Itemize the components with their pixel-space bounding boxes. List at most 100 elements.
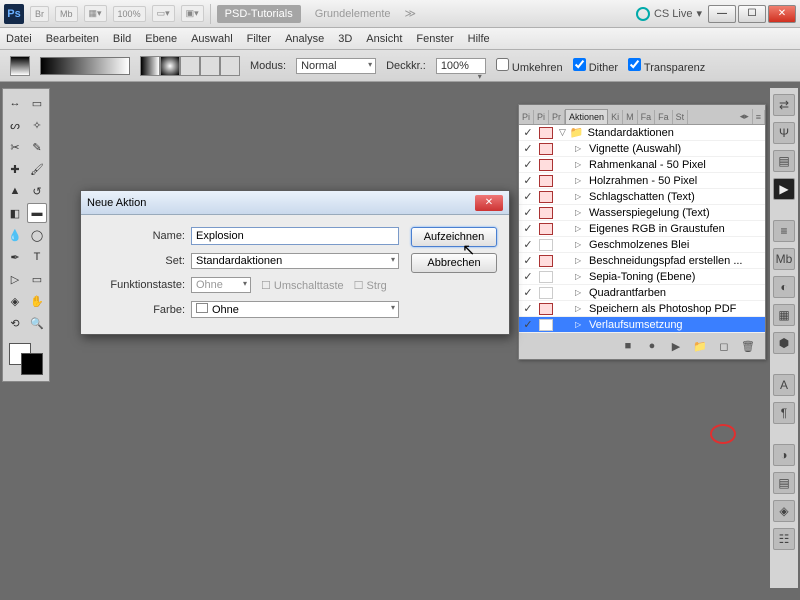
- menu-item[interactable]: 3D: [338, 33, 352, 45]
- gradient-preview[interactable]: [40, 57, 130, 75]
- action-row[interactable]: ✓▷Sepia-Toning (Ebene): [519, 269, 765, 285]
- record-button[interactable]: Aufzeichnen: [411, 227, 497, 247]
- hand-tool-icon[interactable]: ✋: [27, 291, 47, 311]
- background-swatch[interactable]: [21, 353, 43, 375]
- workspace-tab[interactable]: PSD-Tutorials: [217, 5, 301, 23]
- play-icon[interactable]: ▶: [669, 339, 683, 353]
- cancel-button[interactable]: Abbrechen: [411, 253, 497, 273]
- zoom-level[interactable]: 100%: [113, 6, 146, 22]
- dock-icon[interactable]: ◈: [773, 500, 795, 522]
- blur-tool-icon[interactable]: 💧: [5, 225, 25, 245]
- menu-item[interactable]: Bearbeiten: [46, 33, 99, 45]
- radial-gradient-icon[interactable]: [160, 56, 180, 76]
- action-row[interactable]: ✓▷Speichern als Photoshop PDF: [519, 301, 765, 317]
- fkey-dropdown[interactable]: Ohne: [191, 277, 251, 293]
- dock-icon[interactable]: ⇄: [773, 94, 795, 116]
- actions-folder-row[interactable]: ✓ ▽ 📁 Standardaktionen: [519, 125, 765, 141]
- move-tool-icon[interactable]: ↔: [5, 93, 25, 113]
- menu-item[interactable]: Bild: [113, 33, 131, 45]
- pen-tool-icon[interactable]: ✒: [5, 247, 25, 267]
- dock-icon[interactable]: ¶: [773, 402, 795, 424]
- eyedropper-tool-icon[interactable]: ✎: [27, 137, 47, 157]
- trash-icon[interactable]: 🗑: [741, 339, 755, 353]
- action-row[interactable]: ✓▷Wasserspiegelung (Text): [519, 205, 765, 221]
- action-row[interactable]: ✓▷Holzrahmen - 50 Pixel: [519, 173, 765, 189]
- new-set-icon[interactable]: 📁: [693, 339, 707, 353]
- transparency-checkbox[interactable]: Transparenz: [628, 58, 705, 74]
- menu-item[interactable]: Analyse: [285, 33, 324, 45]
- maximize-button[interactable]: ☐: [738, 5, 766, 23]
- name-input[interactable]: [191, 227, 399, 245]
- screen-mode-icon[interactable]: ▣▾: [181, 5, 204, 22]
- lasso-tool-icon[interactable]: ᔕ: [5, 115, 25, 135]
- view-extras-icon[interactable]: ▦▾: [84, 5, 107, 22]
- dock-icon[interactable]: A: [773, 374, 795, 396]
- minimize-button[interactable]: —: [708, 5, 736, 23]
- menu-item[interactable]: Datei: [6, 33, 32, 45]
- panel-tab[interactable]: M: [623, 110, 638, 124]
- wand-tool-icon[interactable]: ✧: [27, 115, 47, 135]
- dock-icon[interactable]: ◐: [773, 276, 795, 298]
- minibridge-icon[interactable]: Mb: [55, 6, 78, 22]
- dock-icon[interactable]: Ψ: [773, 122, 795, 144]
- dither-checkbox[interactable]: Dither: [573, 58, 618, 74]
- arrange-icon[interactable]: ▭▾: [152, 5, 175, 22]
- rotate-tool-icon[interactable]: ⟲: [5, 313, 25, 333]
- marquee-tool-icon[interactable]: ▭: [27, 93, 47, 113]
- action-row[interactable]: ✓▷Quadrantfarben: [519, 285, 765, 301]
- menu-item[interactable]: Auswahl: [191, 33, 233, 45]
- diamond-gradient-icon[interactable]: [220, 56, 240, 76]
- stamp-tool-icon[interactable]: ▲: [5, 181, 25, 201]
- tool-preset[interactable]: [10, 56, 30, 76]
- stop-icon[interactable]: ■: [621, 339, 635, 353]
- brush-tool-icon[interactable]: 🖌: [27, 159, 47, 179]
- menu-item[interactable]: Ebene: [145, 33, 177, 45]
- panel-tab-actions[interactable]: Aktionen: [565, 109, 608, 124]
- bridge-icon[interactable]: Br: [30, 6, 49, 22]
- mode-dropdown[interactable]: Normal: [296, 58, 376, 74]
- workspace-tab[interactable]: Grundelemente: [307, 5, 399, 23]
- dock-icon[interactable]: ≡: [773, 220, 795, 242]
- heal-tool-icon[interactable]: ✚: [5, 159, 25, 179]
- opacity-field[interactable]: 100%: [436, 58, 486, 74]
- color-swatches[interactable]: [5, 341, 47, 377]
- reflected-gradient-icon[interactable]: [200, 56, 220, 76]
- crop-tool-icon[interactable]: ✂: [5, 137, 25, 157]
- panel-collapse-icon[interactable]: ◂▸: [737, 109, 753, 124]
- zoom-tool-icon[interactable]: 🔍: [27, 313, 47, 333]
- 3d-tool-icon[interactable]: ◈: [5, 291, 25, 311]
- gradient-tool-icon[interactable]: ▬: [27, 203, 47, 223]
- dodge-tool-icon[interactable]: ◯: [27, 225, 47, 245]
- reverse-checkbox[interactable]: Umkehren: [496, 58, 563, 74]
- cslive-button[interactable]: CS Live ▾: [636, 7, 702, 21]
- shape-tool-icon[interactable]: ▭: [27, 269, 47, 289]
- actions-dock-icon[interactable]: ▶: [773, 178, 795, 200]
- action-row[interactable]: ✓▷Rahmenkanal - 50 Pixel: [519, 157, 765, 173]
- dock-icon[interactable]: ☷: [773, 528, 795, 550]
- close-button[interactable]: ✕: [768, 5, 796, 23]
- action-row[interactable]: ✓▷Schlagschatten (Text): [519, 189, 765, 205]
- type-tool-icon[interactable]: T: [27, 247, 47, 267]
- dock-icon[interactable]: Mb: [773, 248, 795, 270]
- action-row[interactable]: ✓▷Eigenes RGB in Graustufen: [519, 221, 765, 237]
- dock-icon[interactable]: ▤: [773, 150, 795, 172]
- dock-icon[interactable]: ▦: [773, 304, 795, 326]
- action-row[interactable]: ✓▷Verlaufsumsetzung: [519, 317, 765, 333]
- panel-tab[interactable]: Pi: [534, 110, 549, 124]
- menu-item[interactable]: Fenster: [416, 33, 453, 45]
- action-row[interactable]: ✓▷Geschmolzenes Blei: [519, 237, 765, 253]
- dock-icon[interactable]: ⬢: [773, 332, 795, 354]
- menu-item[interactable]: Hilfe: [468, 33, 490, 45]
- record-icon[interactable]: ●: [645, 339, 659, 353]
- menu-item[interactable]: Ansicht: [366, 33, 402, 45]
- color-dropdown[interactable]: Ohne: [191, 301, 399, 318]
- dialog-close-button[interactable]: ✕: [475, 195, 503, 211]
- panel-tab[interactable]: Pr: [549, 110, 565, 124]
- history-brush-icon[interactable]: ↺: [27, 181, 47, 201]
- panel-tab[interactable]: Fa: [655, 110, 673, 124]
- action-row[interactable]: ✓▷Beschneidungspfad erstellen ...: [519, 253, 765, 269]
- panel-tab[interactable]: St: [673, 110, 689, 124]
- dock-icon[interactable]: ▤: [773, 472, 795, 494]
- path-tool-icon[interactable]: ▷: [5, 269, 25, 289]
- panel-tab[interactable]: Ki: [608, 110, 623, 124]
